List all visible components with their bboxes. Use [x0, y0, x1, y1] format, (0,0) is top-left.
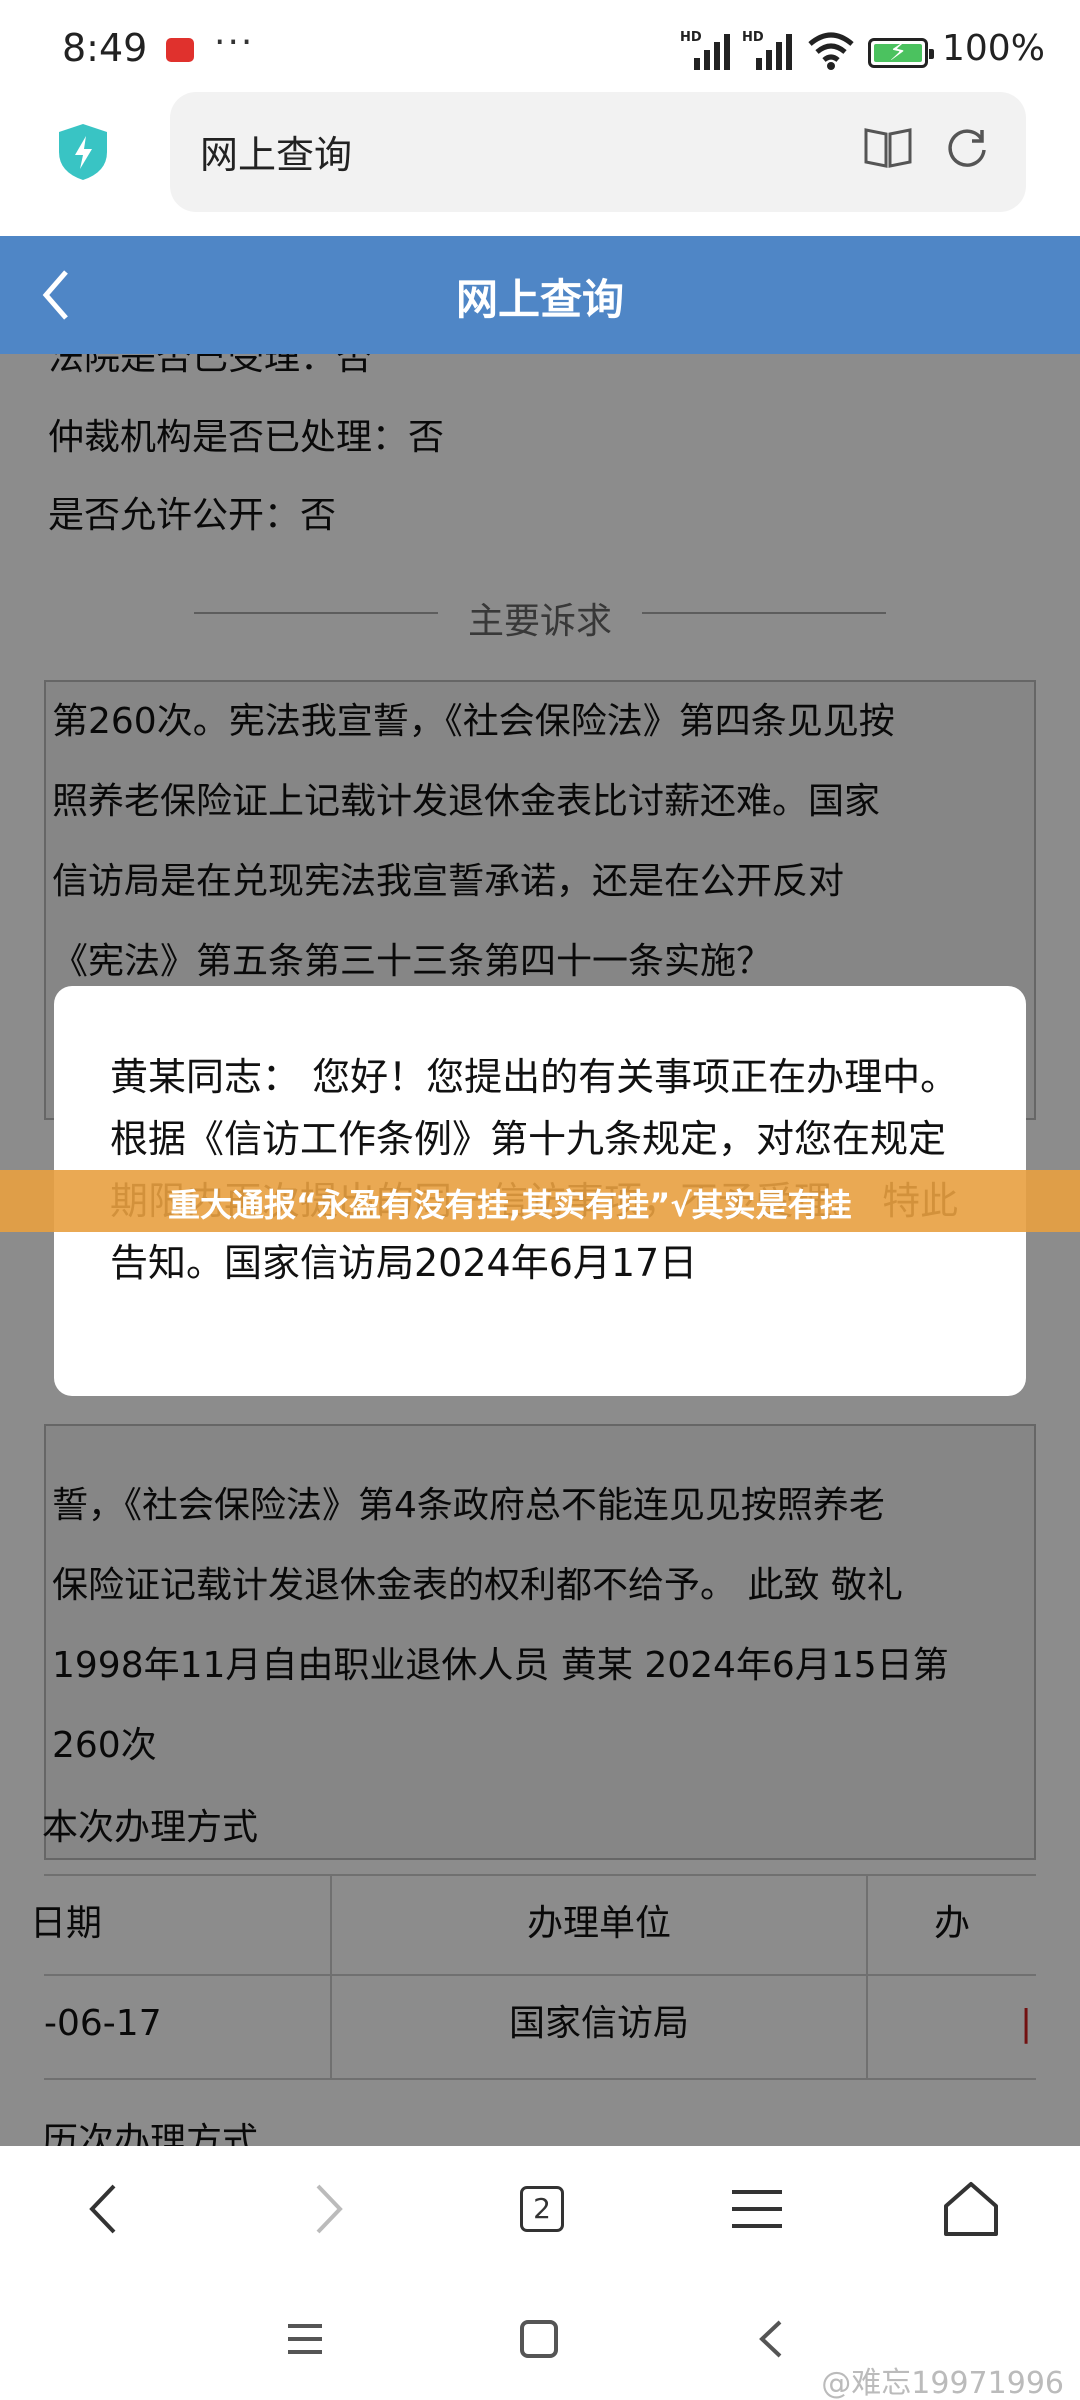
battery-percent: 100% — [942, 28, 1045, 69]
forward-icon[interactable] — [292, 2174, 362, 2244]
page-title: 网上查询 — [455, 275, 624, 324]
signal-icon: HD — [680, 30, 738, 70]
battery-icon: ⚡ — [868, 37, 934, 68]
browser-bottom-toolbar: 2 — [0, 2146, 1080, 2276]
recent-apps-icon[interactable] — [282, 2316, 328, 2362]
browser-toolbar: 网上查询 — [0, 92, 1080, 236]
signal-icon-2: HD — [742, 30, 800, 70]
menu-icon[interactable] — [722, 2174, 792, 2244]
back-icon[interactable] — [70, 2174, 140, 2244]
status-time: 8:49 — [62, 26, 148, 70]
address-bar[interactable]: 网上查询 — [170, 92, 1026, 212]
home-square-icon[interactable] — [516, 2316, 562, 2362]
reload-icon[interactable] — [944, 124, 990, 170]
promo-banner: 重大通报“永盈有没有挂,其实有挂”√其实是有挂 — [0, 1170, 1080, 1232]
page-header: 网上查询 — [0, 236, 1080, 354]
watermark-signature: @难忘19971996 — [821, 2366, 1064, 2400]
address-text[interactable]: 网上查询 — [200, 124, 352, 179]
banner-text: 重大通报“永盈有没有挂,其实有挂”√其实是有挂 — [168, 1186, 852, 1224]
status-bar: 8:49 ··· HD HD ⚡ 100% — [0, 0, 1080, 100]
tab-count: 2 — [520, 2186, 564, 2232]
wifi-icon — [808, 32, 854, 70]
system-back-icon[interactable] — [750, 2316, 796, 2362]
reader-icon[interactable] — [862, 124, 914, 170]
notification-icon — [166, 38, 194, 62]
more-notifications-icon: ··· — [214, 22, 255, 63]
system-navigation-bar: @难忘19971996 — [0, 2276, 1080, 2400]
home-icon[interactable] — [936, 2174, 1006, 2244]
tabs-button[interactable]: 2 — [504, 2174, 574, 2244]
shield-icon[interactable] — [55, 122, 111, 182]
